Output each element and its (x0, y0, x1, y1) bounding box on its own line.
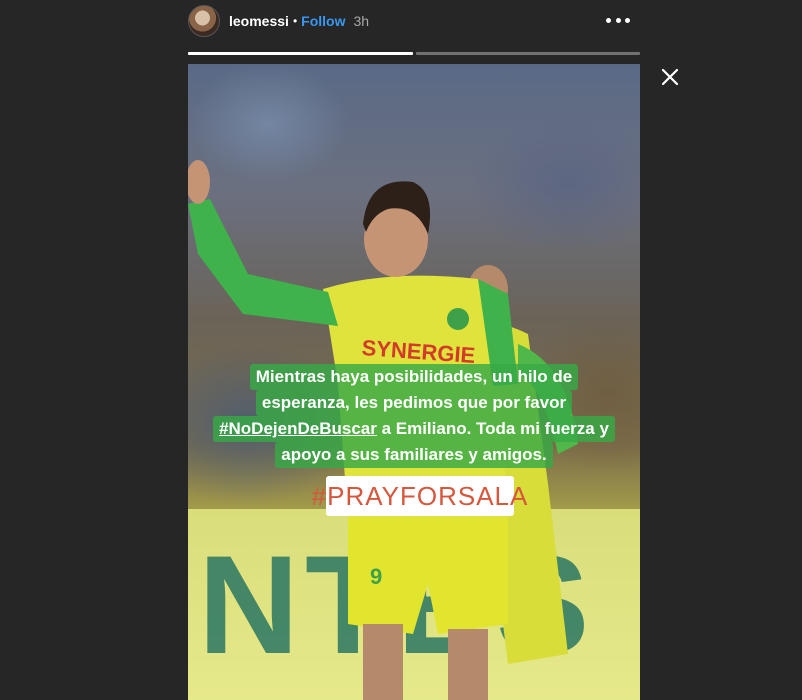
hashtag-link[interactable]: #NoDejenDeBuscar (219, 419, 377, 438)
caption-line: Mientras haya posibilidades, un hilo de (249, 364, 579, 390)
story-caption: Mientras haya posibilidades, un hilo de … (188, 364, 640, 468)
follow-button[interactable]: Follow (301, 13, 345, 29)
close-icon[interactable] (660, 67, 680, 87)
separator-dot: • (292, 14, 298, 28)
avatar[interactable] (188, 5, 220, 37)
caption-line: #NoDejenDeBuscar a Emiliano. Toda mi fue… (213, 416, 615, 442)
progress-segment-next (415, 52, 640, 55)
caption-line: apoyo a sus familiares y amigos. (275, 442, 553, 468)
more-dots-icon[interactable] (606, 10, 630, 30)
hashtag-sticker[interactable]: #PRAYFORSALA (312, 476, 527, 516)
username-link[interactable]: leomessi (229, 13, 289, 29)
progress-segment-current (188, 52, 413, 55)
caption-line: esperanza, les pedimos que por favor (255, 390, 573, 416)
story-header: leomessi • Follow 3h (188, 4, 640, 38)
story-progress (188, 52, 640, 55)
svg-text:9: 9 (370, 564, 382, 589)
story-media[interactable]: NTES SYNERGIE 9 Mientras haya posibilida… (188, 64, 640, 700)
timestamp: 3h (353, 13, 370, 29)
